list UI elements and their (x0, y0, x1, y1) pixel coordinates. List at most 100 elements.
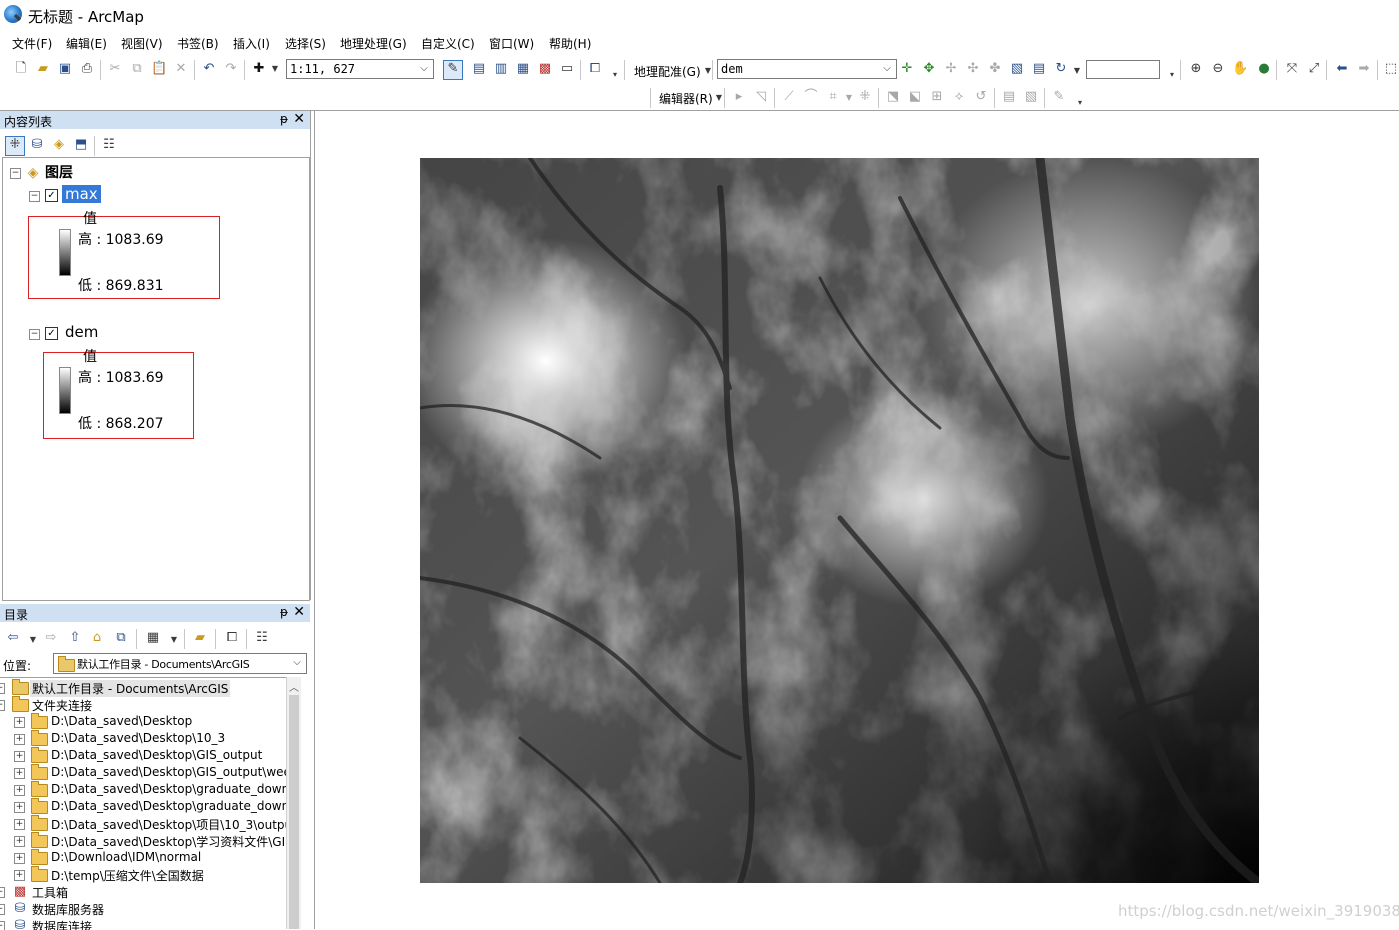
up-one-level-icon[interactable]: ⇧ (67, 630, 83, 646)
scrollbar-thumb[interactable] (289, 695, 299, 929)
expand-toggle[interactable]: + (0, 683, 5, 694)
layer-visibility-checkbox[interactable]: ✓ (45, 327, 58, 340)
catalog-item[interactable]: D:\temp\压缩文件\全国数据 (51, 867, 204, 884)
point-icon[interactable]: ⁜ (857, 89, 873, 105)
dem-raster-map[interactable] (420, 158, 1259, 883)
expand-toggle[interactable]: + (0, 887, 5, 898)
catalog-item[interactable]: 文件夹连接 (32, 697, 92, 714)
chevron-down-icon[interactable]: ⌵ (290, 655, 304, 671)
print-icon[interactable]: ⎙ (79, 61, 95, 77)
select-link-icon[interactable]: ✥ (921, 61, 937, 77)
expand-toggle[interactable]: + (14, 785, 25, 796)
open-icon[interactable]: ▰ (35, 61, 51, 77)
catalog-item[interactable]: 默认工作目录 - Documents\ArcGIS (30, 680, 231, 697)
layer-visibility-checkbox[interactable]: ✓ (45, 189, 58, 202)
expand-toggle[interactable]: + (14, 802, 25, 813)
zoom-to-selected-link-icon[interactable]: ✢ (943, 61, 959, 77)
create-features-icon[interactable]: ✎ (1051, 89, 1067, 105)
home-icon[interactable]: ⌂ (89, 630, 105, 646)
legend-color-ramp[interactable] (59, 367, 71, 414)
arctoolbox-icon[interactable]: ▩ (537, 61, 553, 77)
close-icon[interactable]: ✕ (293, 111, 305, 127)
catalog-item[interactable]: D:\Data_saved\Desktop\学习资料文件\GI (51, 833, 285, 850)
editor-menu[interactable]: 编辑器(R) (659, 90, 713, 107)
collapse-toggle[interactable]: − (29, 329, 40, 340)
redo-icon[interactable]: ↷ (223, 61, 239, 77)
cut-icon[interactable]: ✂ (107, 61, 123, 77)
menu-insert[interactable]: 插入(I) (233, 35, 270, 52)
collapse-toggle[interactable]: − (29, 191, 40, 202)
menu-bookmarks[interactable]: 书签(B) (177, 35, 219, 52)
list-by-selection-icon[interactable]: ⬒ (73, 137, 89, 153)
fixed-zoom-out-icon[interactable]: ⤢ (1306, 61, 1322, 77)
python-window-icon[interactable]: ▭ (559, 61, 575, 77)
pan-hand-icon[interactable]: ✋ (1232, 61, 1248, 77)
georeferencing-menu[interactable]: 地理配准(G) (634, 63, 701, 80)
delete-link-icon[interactable]: ✣ (965, 61, 981, 77)
link-table-icon[interactable]: ▤ (1031, 61, 1047, 77)
catalog-item[interactable]: 数据库服务器 (32, 901, 104, 918)
collapse-toggle[interactable]: − (10, 168, 21, 179)
straight-segment-icon[interactable]: ⟋ (781, 89, 797, 105)
collapse-toggle[interactable]: − (0, 700, 5, 711)
add-data-dropdown-icon[interactable]: ▼ (267, 61, 283, 77)
layer-combo[interactable]: dem ⌵ (717, 59, 897, 79)
catalog-item[interactable]: 工具箱 (32, 884, 68, 901)
expand-toggle[interactable]: + (14, 853, 25, 864)
layers-root-label[interactable]: 图层 (45, 162, 73, 182)
catalog-item[interactable]: D:\Data_saved\Desktop\GIS_output\wee (51, 765, 286, 779)
new-document-icon[interactable]: 🗋 (13, 61, 29, 77)
menu-view[interactable]: 视图(V) (121, 35, 163, 52)
rotate-dropdown-icon[interactable]: ▼ (1069, 63, 1085, 79)
menu-file[interactable]: 文件(F) (12, 35, 52, 52)
back-extent-icon[interactable]: ⬅ (1334, 61, 1350, 77)
catalog-options-icon[interactable]: ☷ (254, 630, 270, 646)
list-by-visibility-icon[interactable]: ◈ (51, 137, 67, 153)
list-by-source-icon[interactable]: ⛁ (29, 137, 45, 153)
paste-icon[interactable]: 📋 (151, 61, 167, 77)
save-icon[interactable]: ▣ (57, 61, 73, 77)
list-by-drawing-order-icon[interactable]: ⁜ (5, 136, 25, 156)
view-dropdown-icon[interactable]: ▼ (166, 632, 182, 648)
rotate-feature-icon[interactable]: ↺ (973, 89, 989, 105)
toolbar-options-icon[interactable]: ▾ (1164, 67, 1180, 83)
trace-icon[interactable]: ⌗ (825, 89, 841, 105)
catalog-window-icon[interactable]: ▥ (493, 61, 509, 77)
add-data-icon[interactable]: ✚ (251, 61, 267, 77)
map-scale-combo[interactable]: 1:11, 627 ⌵ (286, 59, 434, 79)
add-control-points-icon[interactable]: ✛ (899, 61, 915, 77)
edit-annotation-icon[interactable]: ◹ (753, 89, 769, 105)
editor-toolbar-icon[interactable]: ✎ (443, 60, 463, 80)
menu-selection[interactable]: 选择(S) (285, 35, 326, 52)
select-features-icon[interactable]: ⬚ (1383, 61, 1399, 77)
catalog-item[interactable]: D:\Data_saved\Desktop\graduate_down (51, 799, 286, 813)
tree-view-icon[interactable]: ⧠ (224, 630, 240, 646)
full-extent-globe-icon[interactable]: ● (1256, 61, 1272, 77)
menu-edit[interactable]: 编辑(E) (66, 35, 107, 52)
expand-toggle[interactable]: + (14, 836, 25, 847)
construction-dropdown-icon[interactable]: ▼ (841, 90, 857, 106)
pin-icon[interactable]: ᵽ (280, 112, 288, 126)
menu-window[interactable]: 窗口(W) (489, 35, 534, 52)
zoom-in-icon[interactable]: ⊕ (1188, 61, 1204, 77)
catalog-item[interactable]: D:\Data_saved\Desktop\10_3 (51, 731, 225, 745)
layer-name-dem[interactable]: dem (65, 323, 98, 341)
toolbar-options-icon[interactable]: ▾ (1072, 95, 1088, 111)
arcmap-app-icon[interactable] (4, 5, 22, 23)
chevron-down-icon[interactable]: ⌵ (880, 61, 894, 77)
expand-toggle[interactable]: + (14, 717, 25, 728)
fixed-zoom-in-icon[interactable]: ⤧ (1284, 61, 1300, 77)
edit-vertices-icon[interactable]: ⬔ (885, 89, 901, 105)
delete-icon[interactable]: ✕ (173, 61, 189, 77)
menu-customize[interactable]: 自定义(C) (421, 35, 475, 52)
expand-toggle[interactable]: + (14, 768, 25, 779)
modelbuilder-icon[interactable]: ⧠ (587, 61, 603, 77)
inverse-link-icon[interactable]: ✤ (987, 61, 1003, 77)
expand-toggle[interactable]: + (14, 734, 25, 745)
georef-value-input[interactable] (1086, 60, 1160, 79)
expand-toggle[interactable]: + (14, 751, 25, 762)
chevron-down-icon[interactable]: ⌵ (417, 61, 431, 77)
close-icon[interactable]: ✕ (293, 604, 305, 620)
catalog-item[interactable]: D:\Data_saved\Desktop\GIS_output (51, 748, 262, 762)
location-combo[interactable]: 默认工作目录 - Documents\ArcGIS ⌵ (53, 653, 307, 674)
